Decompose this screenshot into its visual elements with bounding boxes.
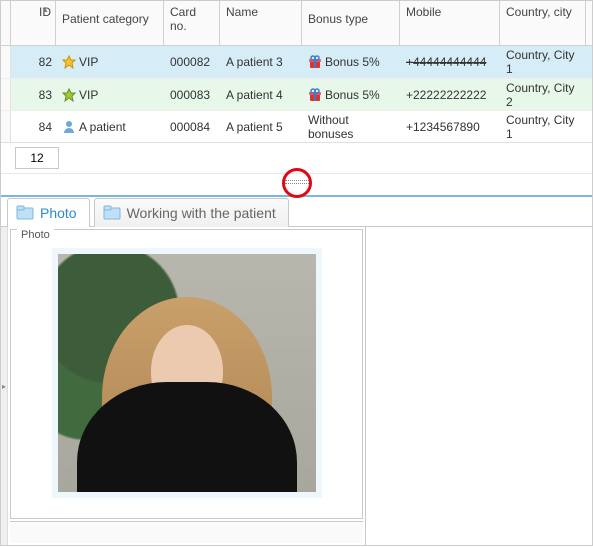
tab-photo-label: Photo	[40, 205, 77, 221]
cell-id: 83	[11, 88, 56, 102]
photo-panel: Photo	[8, 227, 366, 545]
cell-bonus: Bonus 5%	[302, 88, 400, 102]
row-gutter	[1, 79, 11, 110]
cell-mobile: +22222222222	[400, 88, 500, 102]
patients-grid: ID ▲ Patient category Card no. Name Bonu…	[1, 1, 592, 173]
photo-groupbox: Photo	[10, 229, 363, 519]
cell-card: 000082	[164, 55, 220, 69]
detail-area: ▸ Photo	[1, 227, 592, 545]
row-gutter	[1, 111, 11, 142]
patient-photo	[58, 254, 316, 492]
bonus-text: Bonus 5%	[325, 55, 380, 69]
table-row[interactable]: 82 VIP 000082A patient 3 Bonus 5% +444444444…	[1, 46, 592, 78]
grid-header: ID ▲ Patient category Card no. Name Bonu…	[1, 1, 592, 46]
cell-card: 000083	[164, 88, 220, 102]
person-icon	[62, 120, 76, 134]
cell-category: VIP	[56, 88, 164, 102]
tab-working-label: Working with the patient	[127, 205, 276, 221]
photo-wrap	[11, 230, 362, 518]
pager	[1, 142, 592, 173]
cell-name: A patient 3	[220, 55, 302, 69]
header-gutter	[1, 1, 11, 45]
table-row[interactable]: 84 A patient 000084A patient 5 Without bonu…	[1, 110, 592, 142]
page-input[interactable]	[15, 147, 59, 169]
gift-icon	[308, 88, 322, 102]
grid-body: 82 VIP 000082A patient 3 Bonus 5% +444444444…	[1, 46, 592, 142]
gift-icon	[308, 55, 322, 69]
row-gutter	[1, 46, 11, 78]
cell-card: 000084	[164, 120, 220, 134]
detail-tabs: Photo Working with the patient	[1, 195, 592, 227]
tab-working[interactable]: Working with the patient	[94, 198, 289, 227]
cell-name: A patient 4	[220, 88, 302, 102]
col-header-mobile[interactable]: Mobile	[400, 1, 500, 45]
cell-country: Country, City 1	[500, 113, 586, 141]
app-frame: ID ▲ Patient category Card no. Name Bonu…	[0, 0, 593, 546]
folder-icon	[103, 205, 121, 221]
star-green-icon	[62, 88, 76, 102]
col-header-bonus[interactable]: Bonus type	[302, 1, 400, 45]
sort-asc-icon: ▲	[41, 5, 49, 14]
cell-mobile: +44444444444	[400, 55, 500, 69]
tab-photo[interactable]: Photo	[7, 198, 90, 227]
cell-country: Country, City 1	[500, 48, 586, 76]
category-text: VIP	[79, 88, 98, 102]
photo-frame[interactable]	[52, 248, 322, 498]
photo-bottom-bar	[10, 521, 363, 543]
cell-name: A patient 5	[220, 120, 302, 134]
cell-id: 84	[11, 120, 56, 134]
col-header-category[interactable]: Patient category	[56, 1, 164, 45]
cell-mobile: +1234567890	[400, 120, 500, 134]
col-header-card[interactable]: Card no.	[164, 1, 220, 45]
horizontal-splitter[interactable]	[285, 180, 309, 184]
cell-id: 82	[11, 55, 56, 69]
col-header-country[interactable]: Country, city	[500, 1, 586, 45]
splitter-area	[1, 173, 592, 195]
cell-bonus: Without bonuses	[302, 113, 400, 141]
collapse-handle-left[interactable]: ▸	[1, 227, 8, 545]
cell-bonus: Bonus 5%	[302, 55, 400, 69]
bonus-text: Bonus 5%	[325, 88, 380, 102]
col-header-id[interactable]: ID ▲	[11, 1, 56, 45]
cell-category: A patient	[56, 120, 164, 134]
photo-legend: Photo	[17, 229, 54, 241]
cell-country: Country, City 2	[500, 81, 586, 109]
col-header-name[interactable]: Name	[220, 1, 302, 45]
bonus-text: Without bonuses	[308, 113, 394, 141]
folder-icon	[16, 205, 34, 221]
star-gold-icon	[62, 55, 76, 69]
cell-category: VIP	[56, 55, 164, 69]
category-text: A patient	[79, 120, 126, 134]
table-row[interactable]: 83 VIP 000083A patient 4 Bonus 5% +222222222…	[1, 78, 592, 110]
category-text: VIP	[79, 55, 98, 69]
